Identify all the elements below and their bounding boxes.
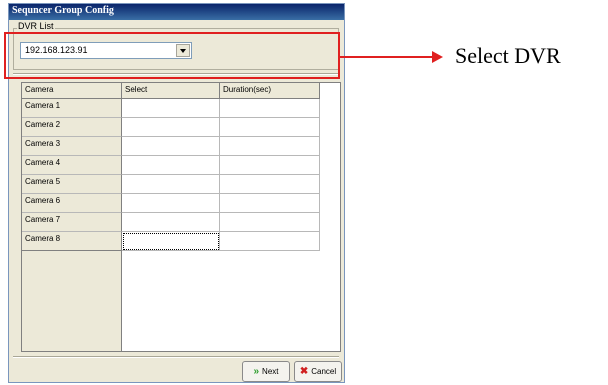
next-button-label: Next: [262, 367, 279, 376]
select-dvr-highlight: [4, 32, 340, 79]
camera-2-duration-cell[interactable]: [220, 118, 320, 137]
cancel-button-label: Cancel: [311, 367, 337, 376]
camera-2-label: Camera 2: [22, 118, 122, 137]
camera-5-duration-cell[interactable]: [220, 175, 320, 194]
camera-6-duration-cell[interactable]: [220, 194, 320, 213]
next-button[interactable]: » Next: [242, 361, 290, 382]
camera-7-select-cell[interactable]: [122, 213, 220, 232]
cancel-button[interactable]: ✖ Cancel: [294, 361, 342, 382]
row-header-filler: [22, 251, 122, 351]
camera-2-select-cell[interactable]: [122, 118, 220, 137]
camera-7-label: Camera 7: [22, 213, 122, 232]
column-header-duration: Duration(sec): [220, 83, 320, 99]
column-header-camera: Camera: [22, 83, 122, 99]
camera-1-label: Camera 1: [22, 99, 122, 118]
camera-grid[interactable]: Camera Select Duration(sec) Camera 1 Cam…: [21, 82, 341, 352]
footer-divider: [13, 356, 339, 358]
camera-4-select-cell[interactable]: [122, 156, 220, 175]
camera-3-label: Camera 3: [22, 137, 122, 156]
title-bar: Sequncer Group Config: [9, 4, 344, 20]
arrow-right-icon: [432, 51, 443, 63]
camera-1-select-cell[interactable]: [122, 99, 220, 118]
camera-4-duration-cell[interactable]: [220, 156, 320, 175]
camera-8-label: Camera 8: [22, 232, 122, 251]
callout-label: Select DVR: [455, 43, 561, 68]
x-icon: ✖: [299, 365, 309, 377]
camera-7-duration-cell[interactable]: [220, 213, 320, 232]
camera-6-select-cell[interactable]: [122, 194, 220, 213]
camera-6-label: Camera 6: [22, 194, 122, 213]
camera-1-duration-cell[interactable]: [220, 99, 320, 118]
camera-8-duration-cell[interactable]: [220, 232, 320, 251]
camera-5-label: Camera 5: [22, 175, 122, 194]
column-header-select: Select: [122, 83, 220, 99]
camera-5-select-cell[interactable]: [122, 175, 220, 194]
window-title: Sequncer Group Config: [12, 5, 114, 16]
camera-3-duration-cell[interactable]: [220, 137, 320, 156]
dvr-list-label: DVR List: [17, 21, 55, 31]
camera-3-select-cell[interactable]: [122, 137, 220, 156]
double-chevron-right-icon: »: [253, 365, 260, 377]
callout-arrow-line: [340, 56, 433, 58]
camera-8-select-cell[interactable]: [122, 232, 220, 251]
camera-4-label: Camera 4: [22, 156, 122, 175]
